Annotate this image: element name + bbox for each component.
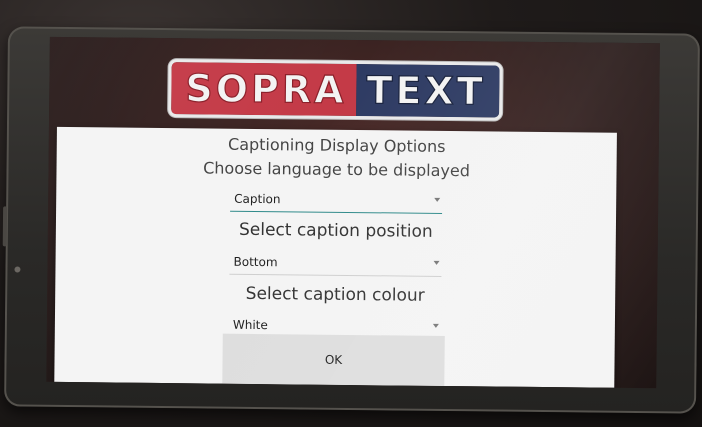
tablet-camera xyxy=(14,266,21,273)
language-prompt: Choose language to be displayed xyxy=(203,158,471,181)
language-spinner[interactable]: Caption xyxy=(230,188,443,214)
dialog-title: Captioning Display Options xyxy=(227,134,446,156)
dropdown-arrow-icon xyxy=(432,323,439,328)
photo-scene: SOPRA TEXT Captioning Display Options Ch… xyxy=(0,0,702,427)
position-spinner-value: Bottom xyxy=(233,254,278,270)
tablet-device: SOPRA TEXT Captioning Display Options Ch… xyxy=(2,26,700,414)
captioning-options-dialog: Captioning Display Options Choose langua… xyxy=(54,126,617,388)
colour-label: Select caption colour xyxy=(245,283,425,306)
dropdown-arrow-icon xyxy=(433,260,440,265)
tablet-screen: SOPRA TEXT Captioning Display Options Ch… xyxy=(46,36,660,389)
sopratext-logo: SOPRA TEXT xyxy=(171,62,500,118)
language-spinner-value: Caption xyxy=(234,191,281,207)
ok-button[interactable]: OK xyxy=(222,333,445,386)
dropdown-arrow-icon xyxy=(434,197,441,202)
colour-spinner-value: White xyxy=(232,317,268,333)
tablet-side-button xyxy=(2,206,8,247)
logo-sopra-text: SOPRA xyxy=(171,62,357,117)
position-spinner[interactable]: Bottom xyxy=(229,251,442,277)
logo-text-text: TEXT xyxy=(356,64,500,118)
position-label: Select caption position xyxy=(238,219,433,242)
